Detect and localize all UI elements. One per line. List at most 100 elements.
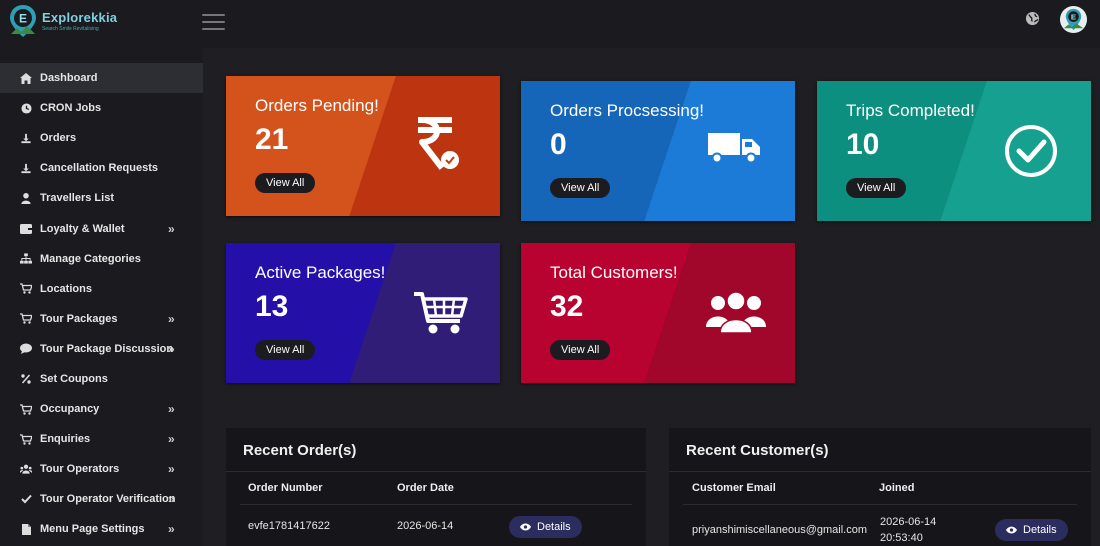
eye-icon	[520, 523, 531, 531]
chevron-right-icon: »	[168, 221, 175, 236]
customer-details-button[interactable]: Details	[995, 519, 1068, 541]
cancellation-icon	[20, 162, 32, 174]
stat-card-trips-completed: Trips Completed! 10 View All	[817, 81, 1091, 221]
sidebar-item-loyalty-wallet[interactable]: Loyalty & Wallet »	[0, 213, 203, 243]
orders-icon	[20, 132, 32, 144]
card-title: Trips Completed!	[846, 101, 975, 120]
sidebar-item-label: CRON Jobs	[40, 102, 102, 115]
recent-customers-panel: Recent Customer(s) Customer Email Joined…	[669, 428, 1091, 546]
sidebar-item-label: Tour Package Discussion	[40, 342, 174, 355]
sidebar-item-label: Travellers List	[40, 192, 114, 205]
customer-joined-date-cell: 2026-06-14	[880, 516, 937, 528]
truck-icon	[708, 133, 760, 168]
user-icon	[20, 192, 32, 204]
sidebar-item-label: Menu Page Settings	[40, 523, 145, 536]
cart-icon	[20, 283, 32, 295]
home-icon	[20, 72, 32, 84]
sidebar-item-tour-operator-verification[interactable]: Tour Operator Verification»	[0, 484, 203, 514]
details-label: Details	[1023, 524, 1057, 536]
app-logo[interactable]: E Explorekkia Search Smile Revitalising	[8, 4, 117, 38]
sidebar-item-occupancy[interactable]: Occupancy »	[0, 394, 203, 424]
chevron-right-icon: »	[168, 402, 175, 417]
sidebar-item-label: Enquiries	[40, 433, 91, 446]
logo-pin-icon: E	[10, 5, 36, 37]
chevron-right-icon: »	[168, 311, 175, 326]
cart-icon	[20, 433, 32, 445]
recent-orders-title: Recent Order(s)	[243, 442, 357, 459]
order-date-cell: 2026-06-14	[397, 520, 454, 532]
customer-email-cell: priyanshimiscellaneous@gmail.com	[692, 524, 868, 536]
sidebar-item-label: Tour Packages	[40, 312, 118, 325]
sidebar-item-label: Set Coupons	[40, 372, 108, 385]
divider	[240, 504, 632, 505]
divider	[226, 471, 646, 472]
sidebar-item-travellers-list[interactable]: Travellers List	[0, 183, 203, 213]
sidebar-item-label: Locations	[40, 282, 92, 295]
details-label: Details	[537, 521, 571, 533]
divider	[683, 504, 1077, 505]
sidebar-item-label: Loyalty & Wallet	[40, 222, 125, 235]
view-all-button[interactable]: View All	[255, 340, 316, 360]
card-value: 0	[550, 128, 567, 161]
top-bar: E Explorekkia Search Smile Revitalising …	[0, 0, 1100, 48]
card-title: Total Customers!	[550, 263, 678, 282]
sidebar-menu: Dashboard CRON Jobs Orders Cancellation Req…	[0, 63, 203, 545]
sidebar-item-tour-operators[interactable]: Tour Operators »	[0, 454, 203, 484]
card-value: 13	[255, 290, 289, 323]
check-circle-icon	[1004, 124, 1058, 183]
customer-joined-time-cell: 20:53:40	[880, 532, 923, 544]
comment-icon	[20, 343, 32, 355]
logo-subtitle: Search Smile Revitalising	[42, 26, 99, 32]
user-avatar[interactable]: E	[1059, 5, 1088, 34]
menu-toggle-icon[interactable]	[202, 14, 225, 30]
sitemap-icon	[20, 253, 32, 265]
customers-icon	[705, 291, 767, 340]
sidebar-item-label: Cancellation Requests	[40, 162, 158, 175]
divider	[669, 471, 1091, 472]
sidebar-item-tour-package-discussion[interactable]: Tour Package Discussion»	[0, 334, 203, 364]
sidebar-item-dashboard[interactable]: Dashboard	[0, 63, 203, 94]
card-title: Active Packages!	[255, 263, 386, 282]
chevron-right-icon: »	[168, 492, 175, 507]
view-all-button[interactable]: View All	[255, 173, 316, 193]
view-all-button[interactable]: View All	[550, 340, 611, 360]
users-icon	[20, 463, 32, 475]
sidebar-item-locations[interactable]: Locations	[0, 274, 203, 304]
view-all-button[interactable]: View All	[846, 178, 907, 198]
sidebar-item-manage-categories[interactable]: Manage Categories	[0, 244, 203, 274]
order-details-button[interactable]: Details	[509, 516, 582, 538]
sidebar-item-set-coupons[interactable]: Set Coupons	[0, 364, 203, 394]
rupee-icon	[414, 116, 460, 177]
card-value: 32	[550, 290, 584, 323]
svg-text:E: E	[1071, 13, 1076, 22]
eye-icon	[1006, 526, 1017, 534]
sidebar-item-cron-jobs[interactable]: CRON Jobs	[0, 93, 203, 123]
sidebar-item-cancellation-requests[interactable]: Cancellation Requests	[0, 153, 203, 183]
card-value: 10	[846, 128, 880, 161]
view-all-button[interactable]: View All	[550, 178, 611, 198]
column-header-order-date: Order Date	[397, 482, 454, 494]
column-header-order-number: Order Number	[248, 482, 323, 494]
column-header-customer-email: Customer Email	[692, 482, 776, 494]
sidebar-item-orders[interactable]: Orders	[0, 123, 203, 153]
logo-title: Explorekkia	[42, 10, 118, 25]
sidebar-item-menu-page-settings[interactable]: Menu Page Settings »	[0, 514, 203, 544]
sidebar-item-enquiries[interactable]: Enquiries »	[0, 424, 203, 454]
recent-orders-panel: Recent Order(s) Order Number Order Date …	[226, 428, 646, 546]
shopping-cart-icon	[414, 291, 468, 340]
file-icon	[20, 523, 32, 535]
cart-icon	[20, 313, 32, 325]
sidebar-item-label: Occupancy	[40, 403, 100, 416]
sidebar-item-label: Orders	[40, 132, 77, 145]
clock-icon	[20, 102, 32, 114]
card-title: Orders Procsessing!	[550, 101, 704, 120]
svg-text:E: E	[19, 12, 27, 26]
card-value: 21	[255, 123, 289, 156]
sidebar-item-label: Manage Categories	[40, 252, 141, 265]
globe-icon[interactable]	[1025, 11, 1040, 26]
sidebar-item-label: Tour Operator Verification	[40, 493, 176, 506]
cart-icon	[20, 403, 32, 415]
sidebar-item-tour-packages[interactable]: Tour Packages »	[0, 304, 203, 334]
column-header-joined: Joined	[879, 482, 915, 494]
percent-icon	[20, 373, 32, 385]
